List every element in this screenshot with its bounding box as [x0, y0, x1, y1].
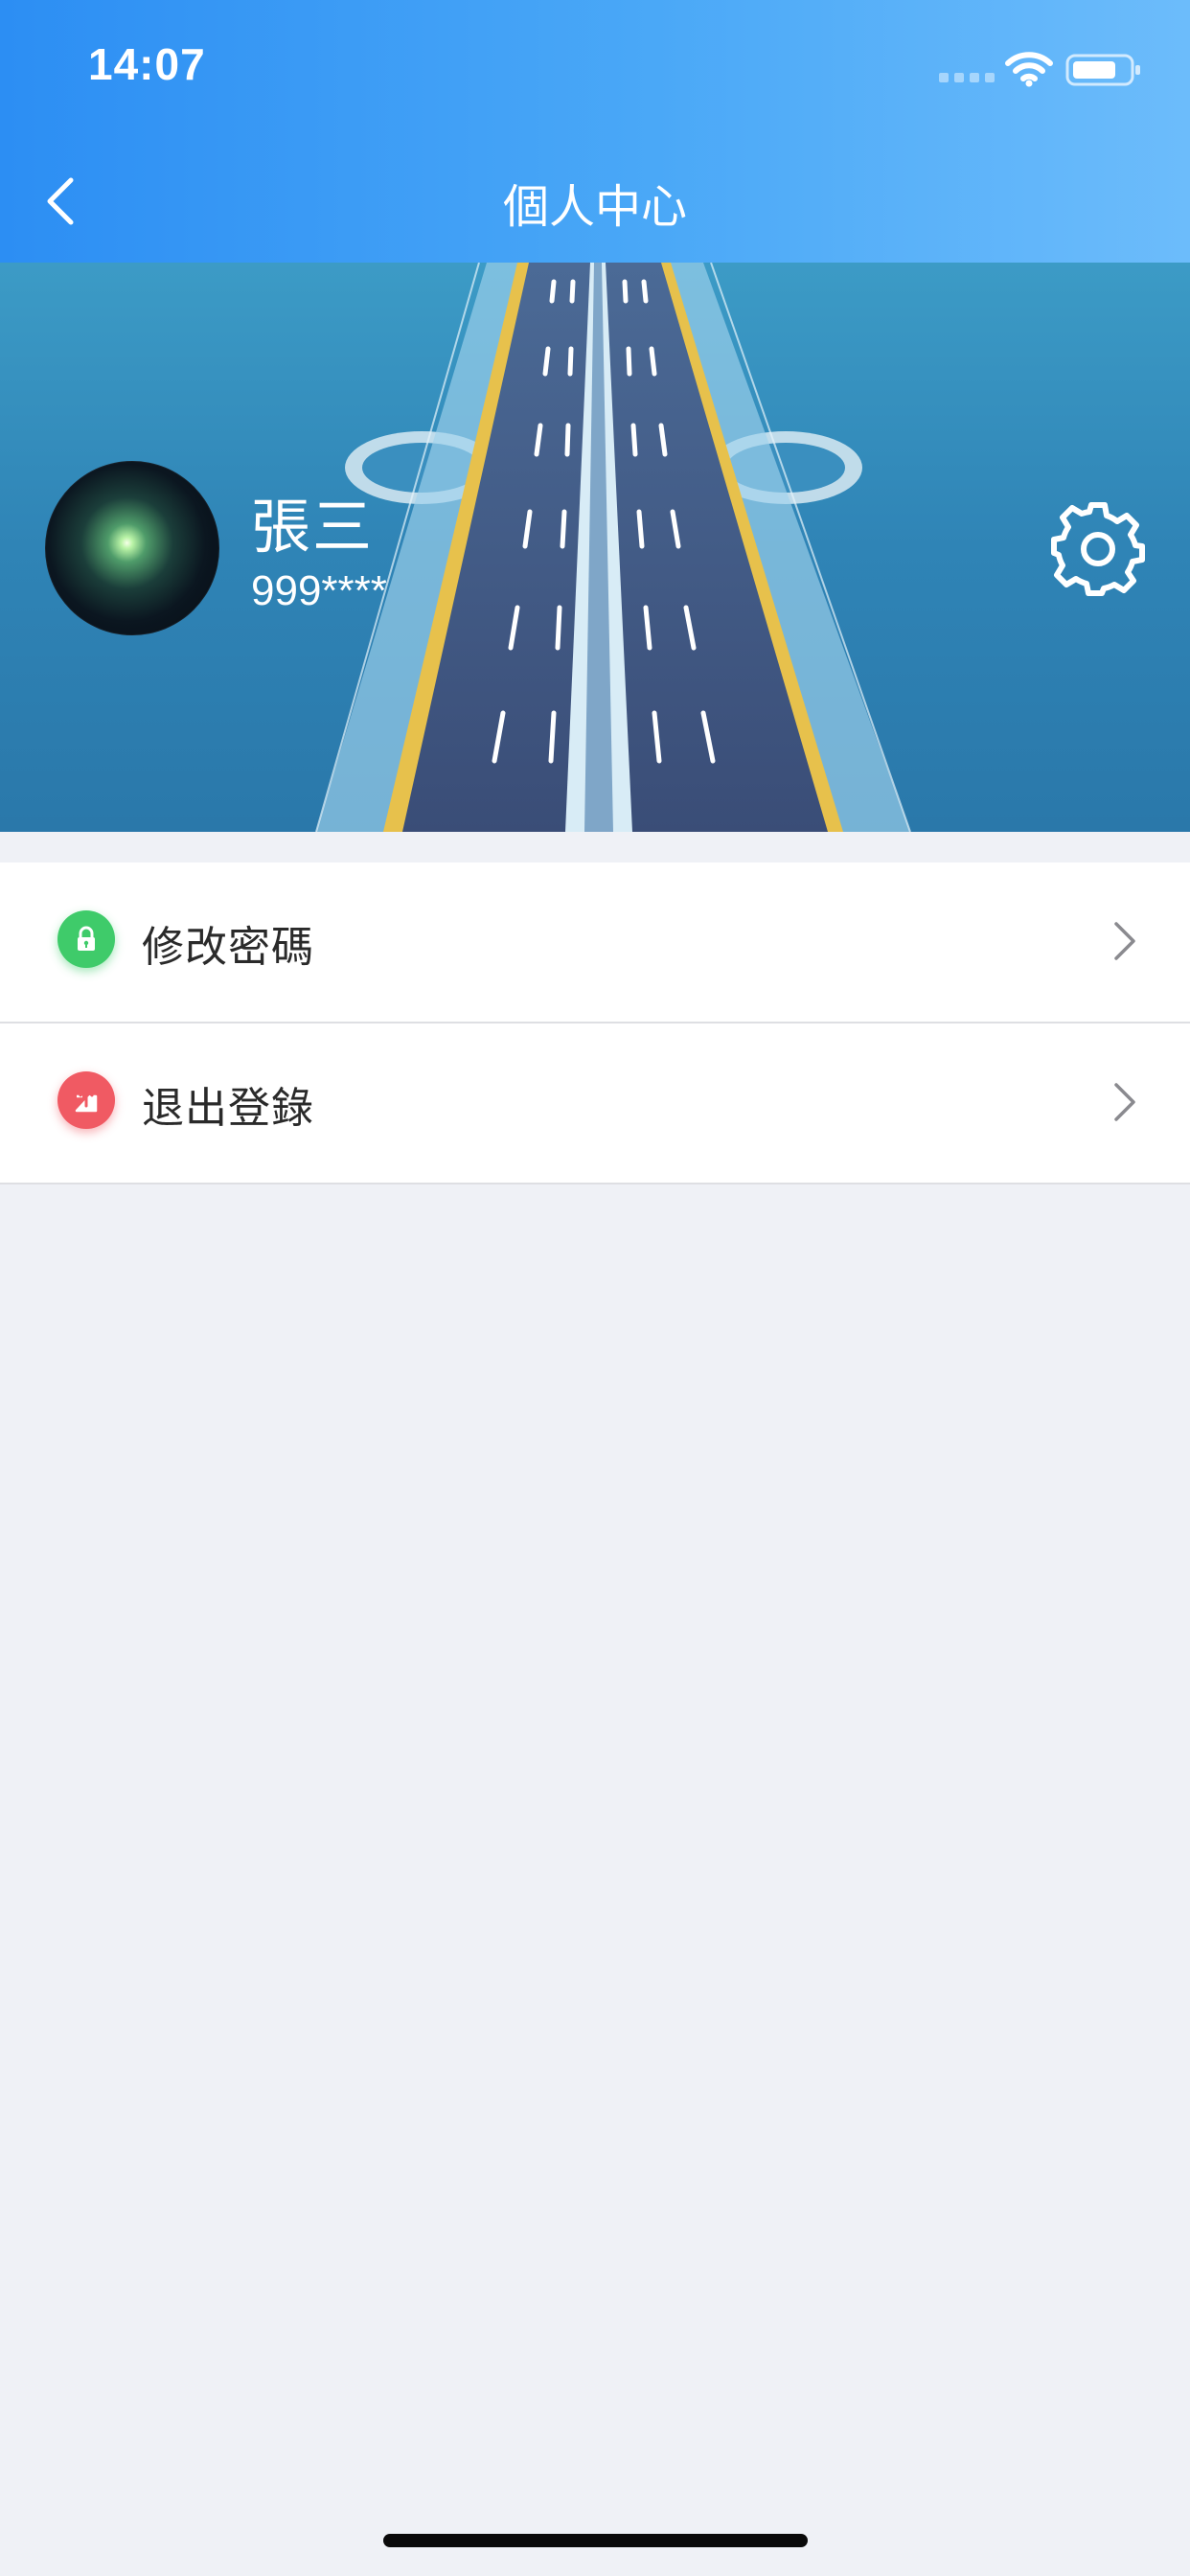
avatar[interactable] [45, 461, 219, 635]
menu-item-change-password[interactable]: 修改密碼 [0, 862, 1190, 1024]
wifi-icon [1005, 52, 1053, 87]
home-indicator[interactable] [383, 2534, 808, 2547]
gear-icon[interactable] [1048, 499, 1148, 599]
header: 14:07 個人中心 [0, 0, 1190, 263]
profile-banner: 張三 999**** [0, 263, 1190, 832]
user-account: 999**** [251, 567, 387, 614]
page-title: 個人中心 [502, 180, 687, 234]
settings-menu: 修改密碼 退出登錄 [0, 862, 1190, 1184]
menu-item-logout[interactable]: 退出登錄 [0, 1024, 1190, 1184]
lock-icon [57, 910, 115, 968]
menu-item-label: 修改密碼 [142, 923, 314, 972]
logout-icon [57, 1071, 115, 1129]
status-time: 14:07 [88, 39, 206, 89]
chevron-right-icon [1114, 922, 1135, 960]
cellular-signal-icon [939, 73, 995, 82]
user-name: 張三 [251, 492, 375, 562]
menu-item-label: 退出登錄 [142, 1084, 314, 1133]
chevron-right-icon [1114, 1083, 1135, 1121]
battery-icon [1065, 54, 1140, 86]
